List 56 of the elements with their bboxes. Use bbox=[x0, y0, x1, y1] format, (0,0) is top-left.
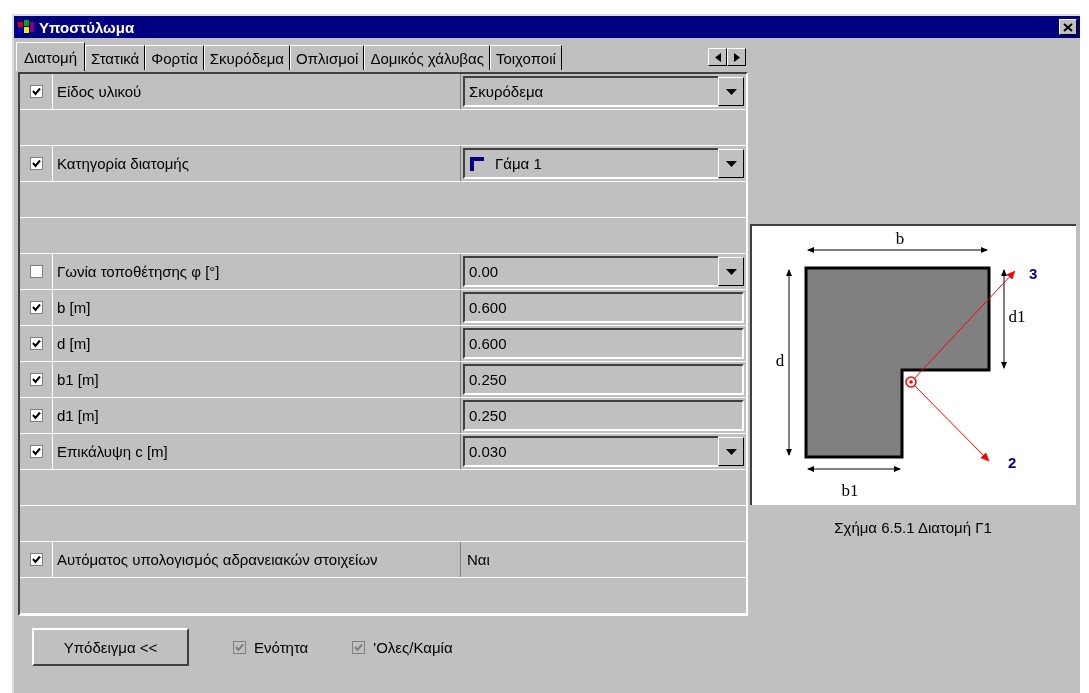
dropdown-button[interactable] bbox=[718, 149, 744, 178]
tab[interactable]: Φορτία bbox=[145, 45, 204, 70]
dropdown-field[interactable]: Γάμα 1 bbox=[463, 148, 718, 179]
property-value: Ναι bbox=[466, 551, 490, 568]
input-field[interactable]: 0.250 bbox=[463, 364, 744, 395]
checkbox[interactable] bbox=[29, 301, 43, 314]
checkbox[interactable] bbox=[29, 553, 43, 566]
property-label: Γωνία τοποθέτησης φ [°] bbox=[53, 254, 461, 289]
property-label: d [m] bbox=[53, 326, 461, 361]
down-arrow-icon bbox=[725, 160, 737, 167]
app-icon bbox=[17, 19, 35, 35]
dropdown-field[interactable]: 0.00 bbox=[463, 256, 718, 287]
input-field[interactable]: 0.600 bbox=[463, 328, 744, 359]
property-label: Είδος υλικού bbox=[53, 74, 461, 109]
down-arrow-icon bbox=[725, 268, 737, 275]
property-label: d1 [m] bbox=[53, 398, 461, 433]
checkbox[interactable] bbox=[29, 373, 43, 386]
close-icon bbox=[1063, 22, 1073, 32]
checkbox-label: Ενότητα bbox=[254, 638, 309, 656]
down-arrow-icon bbox=[725, 448, 737, 455]
dropdown-button[interactable] bbox=[718, 437, 744, 466]
sample-button[interactable]: Υπόδειγμα << bbox=[32, 628, 189, 666]
dropdown-button[interactable] bbox=[718, 257, 744, 286]
tab[interactable]: Σκυρόδεμα bbox=[203, 45, 291, 70]
property-label: Κατηγορία διατομής bbox=[53, 146, 461, 181]
scroll-left-button[interactable] bbox=[708, 48, 727, 66]
close-button[interactable] bbox=[1059, 19, 1077, 35]
scroll-right-button[interactable] bbox=[727, 48, 746, 66]
input-field[interactable]: 0.250 bbox=[463, 400, 744, 431]
tab[interactable]: Δομικός χάλυβας bbox=[364, 45, 490, 70]
dropdown-field[interactable]: 0.030 bbox=[463, 436, 718, 467]
property-label: b1 [m] bbox=[53, 362, 461, 397]
right-arrow-icon bbox=[733, 52, 740, 62]
property-label: Επικάλυψη c [m] bbox=[53, 434, 461, 469]
section-diagram: b d d1 b1 3 2 bbox=[752, 226, 1074, 503]
tab[interactable]: Τοιχοποιί bbox=[489, 45, 562, 70]
window-title: Υποστύλωμα bbox=[39, 18, 136, 36]
checkbox[interactable] bbox=[29, 85, 43, 98]
checkbox[interactable] bbox=[29, 445, 43, 458]
checkbox[interactable] bbox=[29, 157, 43, 170]
dropdown-field[interactable]: Σκυρόδεμα bbox=[463, 76, 718, 107]
tab[interactable]: Στατικά bbox=[85, 45, 146, 70]
input-field[interactable]: 0.600 bbox=[463, 292, 744, 323]
checkbox[interactable] bbox=[29, 265, 43, 278]
down-arrow-icon bbox=[725, 88, 737, 95]
checkbox-label: 'Ολες/Καμία bbox=[373, 638, 453, 656]
left-arrow-icon bbox=[714, 52, 721, 62]
tab[interactable]: Διατομή bbox=[16, 42, 86, 71]
property-label: Αυτόματος υπολογισμός αδρανειακών στοιχείων bbox=[53, 542, 461, 577]
checkbox[interactable] bbox=[29, 409, 43, 422]
tab[interactable]: Οπλισμοί bbox=[290, 45, 365, 70]
figure-caption: Σχήμα 6.5.1 Διατομή Γ1 bbox=[834, 519, 992, 536]
dropdown-button[interactable] bbox=[718, 77, 744, 106]
checkbox[interactable] bbox=[29, 337, 43, 350]
property-label: b [m] bbox=[53, 290, 461, 325]
l-shape-icon bbox=[469, 155, 485, 172]
